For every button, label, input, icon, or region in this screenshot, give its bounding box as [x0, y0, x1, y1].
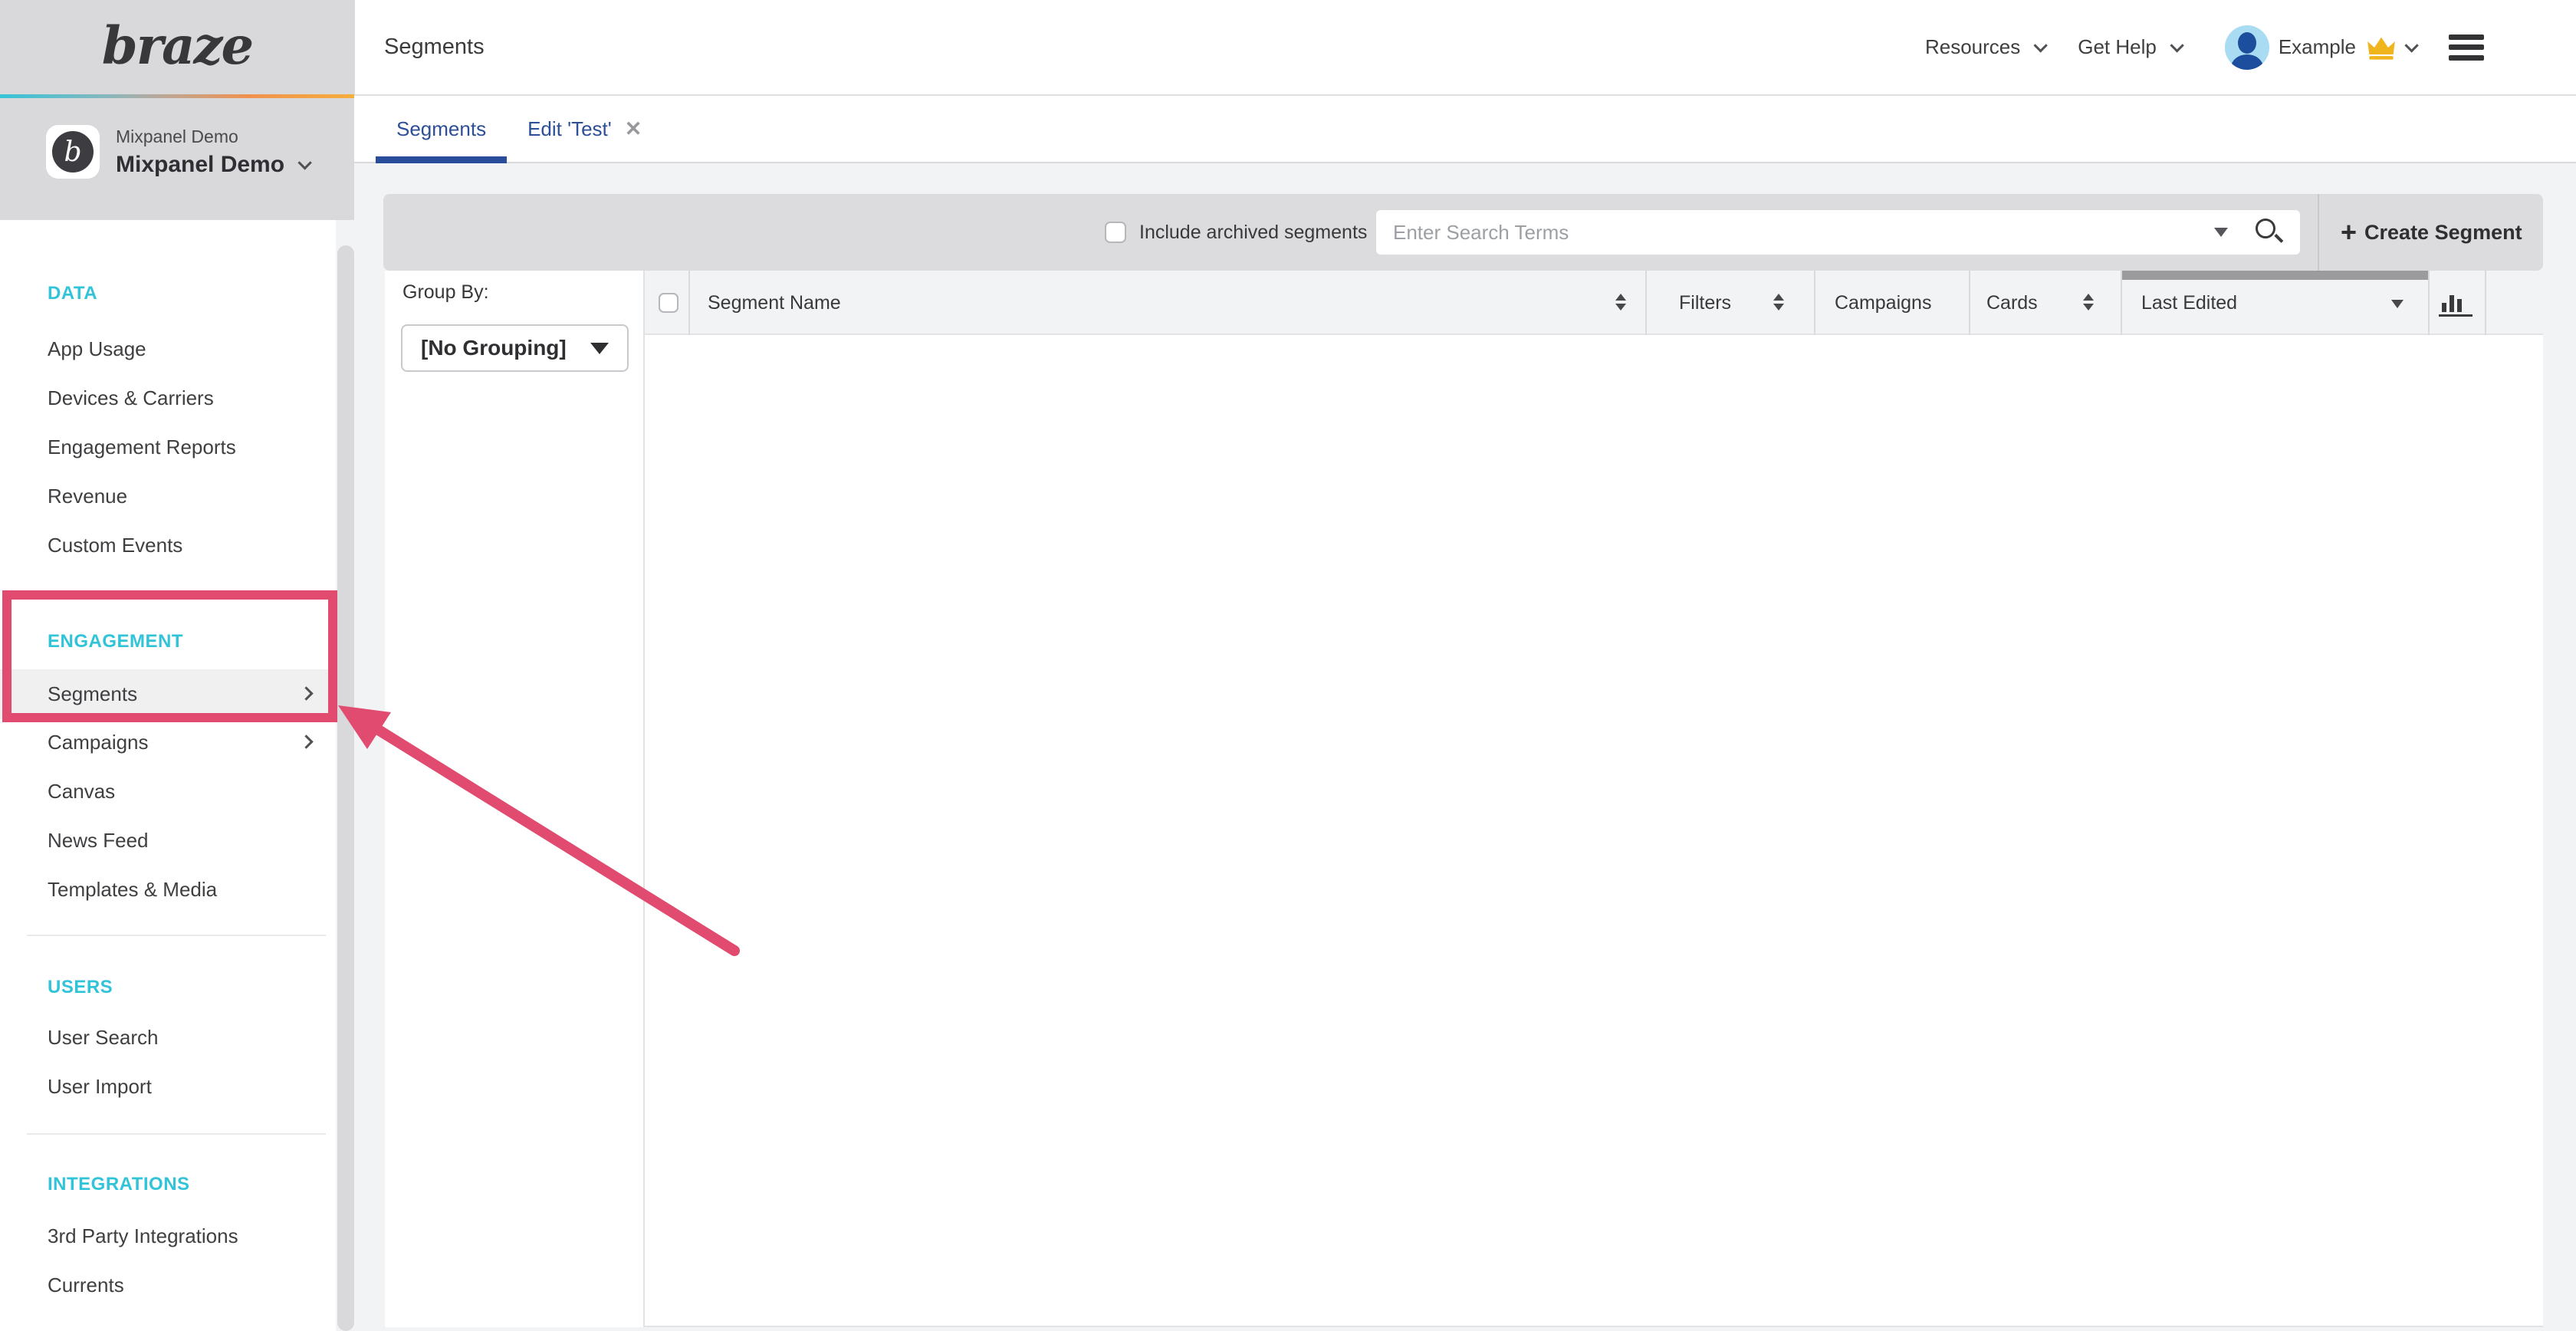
- workspace-avatar: b: [46, 125, 100, 179]
- group-by-label: Group By:: [402, 281, 489, 304]
- sidebar-item-user-search[interactable]: User Search: [0, 1013, 336, 1062]
- get-help-menu[interactable]: Get Help: [2078, 35, 2180, 59]
- braze-logo: braze: [0, 15, 354, 76]
- divider: [2318, 194, 2319, 271]
- workspace-label: Mixpanel Demo: [116, 127, 308, 147]
- sidebar-item-news-feed[interactable]: News Feed: [0, 816, 336, 865]
- workspace-name: Mixpanel Demo: [116, 152, 284, 178]
- search-input[interactable]: [1376, 210, 2300, 255]
- sidebar-header: braze b Mixpanel Demo Mixpanel Demo: [0, 0, 354, 220]
- column-border: [2121, 271, 2122, 335]
- sidebar-item-revenue[interactable]: Revenue: [0, 472, 336, 521]
- select-all-checkbox[interactable]: [659, 293, 678, 313]
- sort-icon[interactable]: [2083, 294, 2094, 311]
- sidebar-item-campaigns[interactable]: Campaigns: [0, 718, 336, 767]
- chevron-down-icon: [2034, 38, 2048, 52]
- sidebar-item-user-import[interactable]: User Import: [0, 1062, 336, 1111]
- create-segment-button[interactable]: + Create Segment: [2341, 194, 2522, 271]
- get-help-label: Get Help: [2078, 35, 2157, 59]
- sidebar-item-segments[interactable]: Segments: [0, 669, 336, 719]
- search-dropdown-caret-icon[interactable]: [2214, 228, 2228, 237]
- account-menu[interactable]: Example: [2279, 35, 2415, 60]
- account-name: Example: [2279, 35, 2356, 59]
- person-icon: [2231, 54, 2263, 70]
- braze-dashboard: Segments Resources Get Help Example: [0, 0, 2576, 1331]
- table-header: Segment Name Filters Campaigns Cards Las…: [645, 271, 2543, 335]
- sidebar-item-devices-carriers[interactable]: Devices & Carriers: [0, 373, 336, 422]
- column-header-campaigns[interactable]: Campaigns: [1835, 271, 1931, 335]
- column-border: [1814, 271, 1815, 335]
- crown-icon: [2367, 35, 2396, 60]
- brand-gradient-bar: [0, 94, 354, 98]
- sidebar-scrollbar[interactable]: [337, 245, 354, 1331]
- sidebar-item-app-usage[interactable]: App Usage: [0, 324, 336, 373]
- sidebar-item-canvas[interactable]: Canvas: [0, 767, 336, 816]
- segments-toolbar: Include archived segments + Create Segme…: [383, 194, 2543, 271]
- section-data: DATA: [0, 269, 336, 318]
- column-border: [2485, 271, 2486, 335]
- person-icon: [2238, 32, 2256, 54]
- chevron-down-icon: [297, 156, 311, 169]
- sort-icon[interactable]: [1773, 294, 1784, 311]
- sort-desc-caret-icon[interactable]: [2391, 300, 2404, 308]
- include-archived-label: Include archived segments: [1139, 194, 1367, 271]
- chevron-right-icon: [299, 735, 313, 748]
- sidebar-nav: DATA App Usage Devices & Carriers Engage…: [0, 220, 336, 1331]
- section-integrations: INTEGRATIONS: [0, 1160, 336, 1209]
- tab-bar: Segments Edit 'Test' ✕: [354, 96, 2576, 163]
- chevron-down-icon: [2170, 38, 2183, 52]
- tab-label: Segments: [396, 117, 486, 141]
- column-header-filters[interactable]: Filters: [1679, 271, 1731, 335]
- sidebar-item-engagement-reports[interactable]: Engagement Reports: [0, 422, 336, 472]
- column-header-cards[interactable]: Cards: [1986, 271, 2038, 335]
- group-by-select[interactable]: [No Grouping]: [401, 324, 629, 372]
- search-icon[interactable]: [2254, 217, 2285, 248]
- include-archived-checkbox[interactable]: [1105, 222, 1126, 243]
- section-engagement: ENGAGEMENT: [0, 617, 336, 666]
- sidebar-item-templates-media[interactable]: Templates & Media: [0, 865, 336, 914]
- chevron-right-icon: [299, 686, 313, 700]
- plus-icon: +: [2341, 219, 2357, 246]
- workspace-initial: b: [52, 131, 94, 173]
- column-border: [1969, 271, 1970, 335]
- hamburger-menu-icon[interactable]: [2449, 35, 2484, 61]
- sidebar-item-3rd-party-integrations[interactable]: 3rd Party Integrations: [0, 1211, 336, 1260]
- bar-chart-icon[interactable]: [2439, 291, 2472, 317]
- segments-table: Segment Name Filters Campaigns Cards Las…: [645, 271, 2543, 1327]
- column-border: [688, 271, 690, 335]
- header-menu: Resources Get Help Example: [1925, 25, 2576, 70]
- create-segment-label: Create Segment: [2364, 221, 2522, 245]
- column-header-segment-name[interactable]: Segment Name: [708, 271, 841, 335]
- group-by-panel: Group By: [No Grouping]: [385, 271, 645, 1327]
- workspace-switcher[interactable]: b Mixpanel Demo Mixpanel Demo: [46, 125, 308, 179]
- divider: [27, 1133, 326, 1135]
- page-title: Segments: [384, 35, 485, 60]
- dropdown-triangle-icon: [590, 343, 609, 354]
- tab-segments[interactable]: Segments: [376, 96, 507, 162]
- app-header: Segments Resources Get Help Example: [354, 0, 2576, 96]
- tab-edit-test[interactable]: Edit 'Test' ✕: [507, 96, 662, 162]
- resources-label: Resources: [1925, 35, 2020, 59]
- resources-menu[interactable]: Resources: [1925, 35, 2044, 59]
- sidebar-item-currents[interactable]: Currents: [0, 1260, 336, 1310]
- column-border: [2428, 271, 2430, 335]
- user-avatar[interactable]: [2225, 25, 2269, 70]
- sidebar-item-label: Segments: [48, 682, 137, 705]
- tab-label: Edit 'Test': [527, 117, 612, 141]
- column-header-last-edited[interactable]: Last Edited: [2141, 271, 2237, 335]
- chevron-down-icon: [2404, 38, 2418, 52]
- sort-icon[interactable]: [1615, 294, 1626, 311]
- sidebar-item-label: Campaigns: [48, 731, 149, 754]
- close-icon[interactable]: ✕: [625, 117, 642, 141]
- divider: [27, 935, 326, 936]
- group-by-value: [No Grouping]: [421, 336, 590, 360]
- column-border: [1645, 271, 1647, 335]
- sidebar-item-custom-events[interactable]: Custom Events: [0, 521, 336, 570]
- section-users: USERS: [0, 963, 336, 1012]
